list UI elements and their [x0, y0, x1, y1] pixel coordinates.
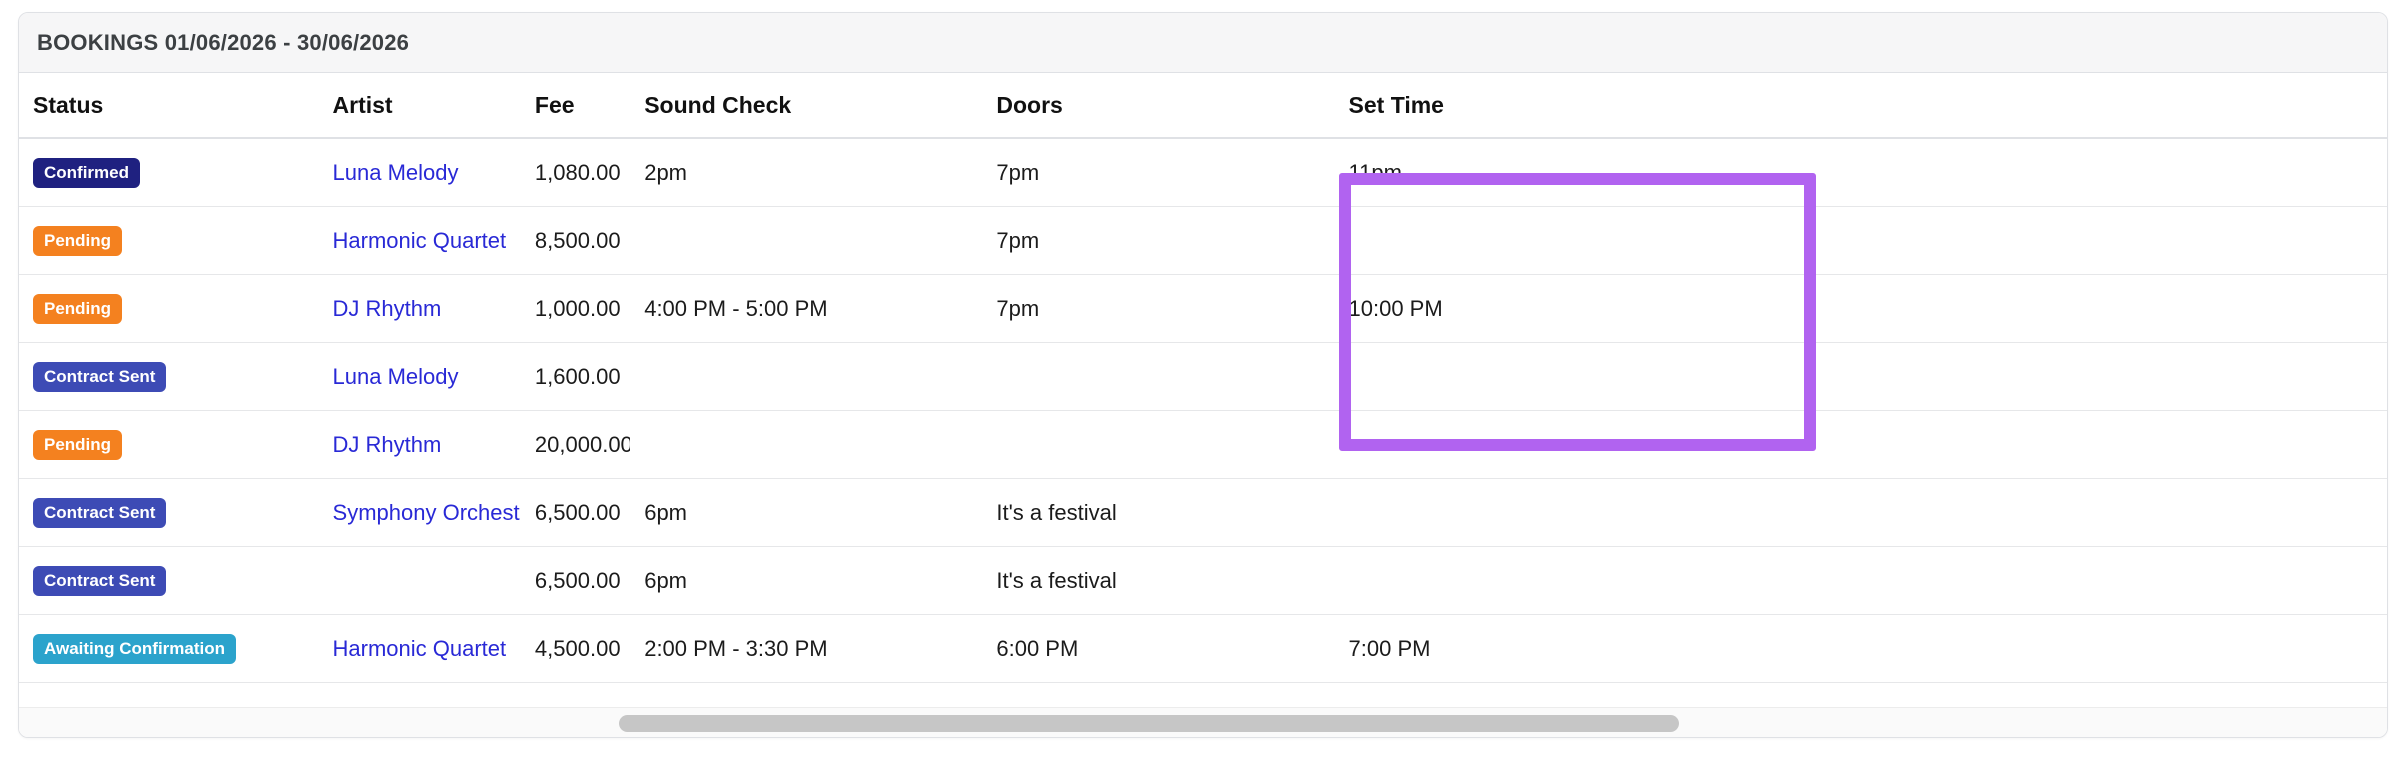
- cell-status: Pending: [19, 274, 319, 343]
- screen: BOOKINGS 01/06/2026 - 30/06/2026 Status …: [0, 0, 2406, 762]
- table-row[interactable]: Confirmed Luna Melody 1,080.00 2pm 7pm 11pm: [19, 138, 2387, 207]
- cell-fee: 4,500.00: [520, 614, 631, 683]
- status-badge[interactable]: Awaiting Confirmation: [33, 633, 237, 664]
- cell-sound-check: 6pm: [630, 478, 983, 547]
- status-badge[interactable]: Confirmed: [33, 157, 140, 188]
- column-header-set-time[interactable]: Set Time: [1334, 73, 2387, 139]
- cell-sound-check: 6pm: [630, 546, 983, 615]
- bookings-card: BOOKINGS 01/06/2026 - 30/06/2026 Status …: [18, 12, 2388, 738]
- artist-link[interactable]: DJ Rhythm: [333, 432, 442, 457]
- cell-sound-check: [630, 410, 983, 479]
- bookings-table: Status Artist Fee Sound Check Doors Set …: [19, 73, 2387, 683]
- cell-artist: Luna Melody: [318, 342, 521, 411]
- column-header-sound-check[interactable]: Sound Check: [630, 73, 983, 139]
- horizontal-scrollbar-thumb[interactable]: [619, 715, 1679, 732]
- table-row[interactable]: Pending DJ Rhythm 1,000.00 4:00 PM - 5:00 P…: [19, 274, 2387, 343]
- table-row[interactable]: Contract Sent 6,500.00 6pm It's a festival: [19, 546, 2387, 615]
- cell-fee: 1,600.00: [520, 342, 631, 411]
- status-badge[interactable]: Pending: [33, 225, 123, 256]
- cell-artist: DJ Rhythm: [318, 410, 521, 479]
- cell-fee: 1,000.00: [520, 274, 631, 343]
- cell-artist: Symphony Orchestra: [318, 478, 521, 547]
- artist-link[interactable]: Symphony Orchestra: [333, 500, 521, 525]
- status-badge[interactable]: Contract Sent: [33, 361, 167, 392]
- cell-artist: Harmonic Quartet: [318, 206, 521, 275]
- cell-doors: [982, 342, 1335, 411]
- cell-sound-check: [630, 206, 983, 275]
- cell-set-time: [1334, 410, 2387, 479]
- column-header-doors[interactable]: Doors: [982, 73, 1335, 139]
- cell-set-time: [1334, 206, 2387, 275]
- cell-doors: 6:00 PM: [982, 614, 1335, 683]
- cell-doors: It's a festival: [982, 546, 1335, 615]
- cell-doors: [982, 410, 1335, 479]
- horizontal-scrollbar-track[interactable]: [19, 707, 2387, 737]
- table-row[interactable]: Contract Sent Symphony Orchestra 6,500.00 6…: [19, 478, 2387, 547]
- status-badge[interactable]: Contract Sent: [33, 497, 167, 528]
- cell-status: Pending: [19, 410, 319, 479]
- cell-doors: It's a festival: [982, 478, 1335, 547]
- cell-fee: 1,080.00: [520, 138, 631, 207]
- column-header-fee[interactable]: Fee: [520, 73, 631, 139]
- status-badge[interactable]: Contract Sent: [33, 565, 167, 596]
- cell-status: Contract Sent: [19, 478, 319, 547]
- cell-status: Awaiting Confirmation: [19, 614, 319, 683]
- status-badge[interactable]: Pending: [33, 293, 123, 324]
- cell-set-time: 10:00 PM: [1334, 274, 2387, 343]
- table-row[interactable]: Pending DJ Rhythm 20,000.00: [19, 410, 2387, 479]
- cell-sound-check: 2:00 PM - 3:30 PM: [630, 614, 983, 683]
- page-title: BOOKINGS 01/06/2026 - 30/06/2026: [37, 29, 410, 55]
- cell-doors: 7pm: [982, 206, 1335, 275]
- cell-doors: 7pm: [982, 274, 1335, 343]
- cell-artist: DJ Rhythm: [318, 274, 521, 343]
- status-badge[interactable]: Pending: [33, 429, 123, 460]
- cell-set-time: 11pm: [1334, 138, 2387, 207]
- cell-sound-check: 2pm: [630, 138, 983, 207]
- cell-set-time: [1334, 546, 2387, 615]
- cell-status: Contract Sent: [19, 342, 319, 411]
- artist-link[interactable]: Luna Melody: [333, 160, 459, 185]
- cell-doors: 7pm: [982, 138, 1335, 207]
- cell-set-time: 7:00 PM: [1334, 614, 2387, 683]
- cell-fee: 8,500.00: [520, 206, 631, 275]
- artist-link[interactable]: Harmonic Quartet: [333, 636, 507, 661]
- artist-link[interactable]: Harmonic Quartet: [333, 228, 507, 253]
- table-row[interactable]: Pending Harmonic Quartet 8,500.00 7pm: [19, 206, 2387, 275]
- artist-link[interactable]: DJ Rhythm: [333, 296, 442, 321]
- table-body: Confirmed Luna Melody 1,080.00 2pm 7pm 11pm Pe…: [19, 138, 2387, 683]
- card-header: BOOKINGS 01/06/2026 - 30/06/2026: [19, 13, 2387, 73]
- column-header-artist[interactable]: Artist: [318, 73, 521, 139]
- artist-link[interactable]: Luna Melody: [333, 364, 459, 389]
- cell-artist: [318, 546, 521, 615]
- cell-sound-check: 4:00 PM - 5:00 PM: [630, 274, 983, 343]
- cell-fee: 6,500.00: [520, 478, 631, 547]
- cell-sound-check: [630, 342, 983, 411]
- cell-status: Pending: [19, 206, 319, 275]
- cell-fee: 20,000.00: [520, 410, 631, 479]
- cell-set-time: [1334, 342, 2387, 411]
- cell-status: Confirmed: [19, 138, 319, 207]
- cell-status: Contract Sent: [19, 546, 319, 615]
- cell-set-time: [1334, 478, 2387, 547]
- table-header-row: Status Artist Fee Sound Check Doors Set …: [19, 73, 2387, 139]
- cell-artist: Harmonic Quartet: [318, 614, 521, 683]
- table-row[interactable]: Awaiting Confirmation Harmonic Quartet 4,5…: [19, 614, 2387, 683]
- table-row[interactable]: Contract Sent Luna Melody 1,600.00: [19, 342, 2387, 411]
- cell-fee: 6,500.00: [520, 546, 631, 615]
- column-header-status[interactable]: Status: [19, 73, 319, 139]
- cell-artist: Luna Melody: [318, 138, 521, 207]
- table-scroll-container[interactable]: Status Artist Fee Sound Check Doors Set …: [19, 73, 2387, 737]
